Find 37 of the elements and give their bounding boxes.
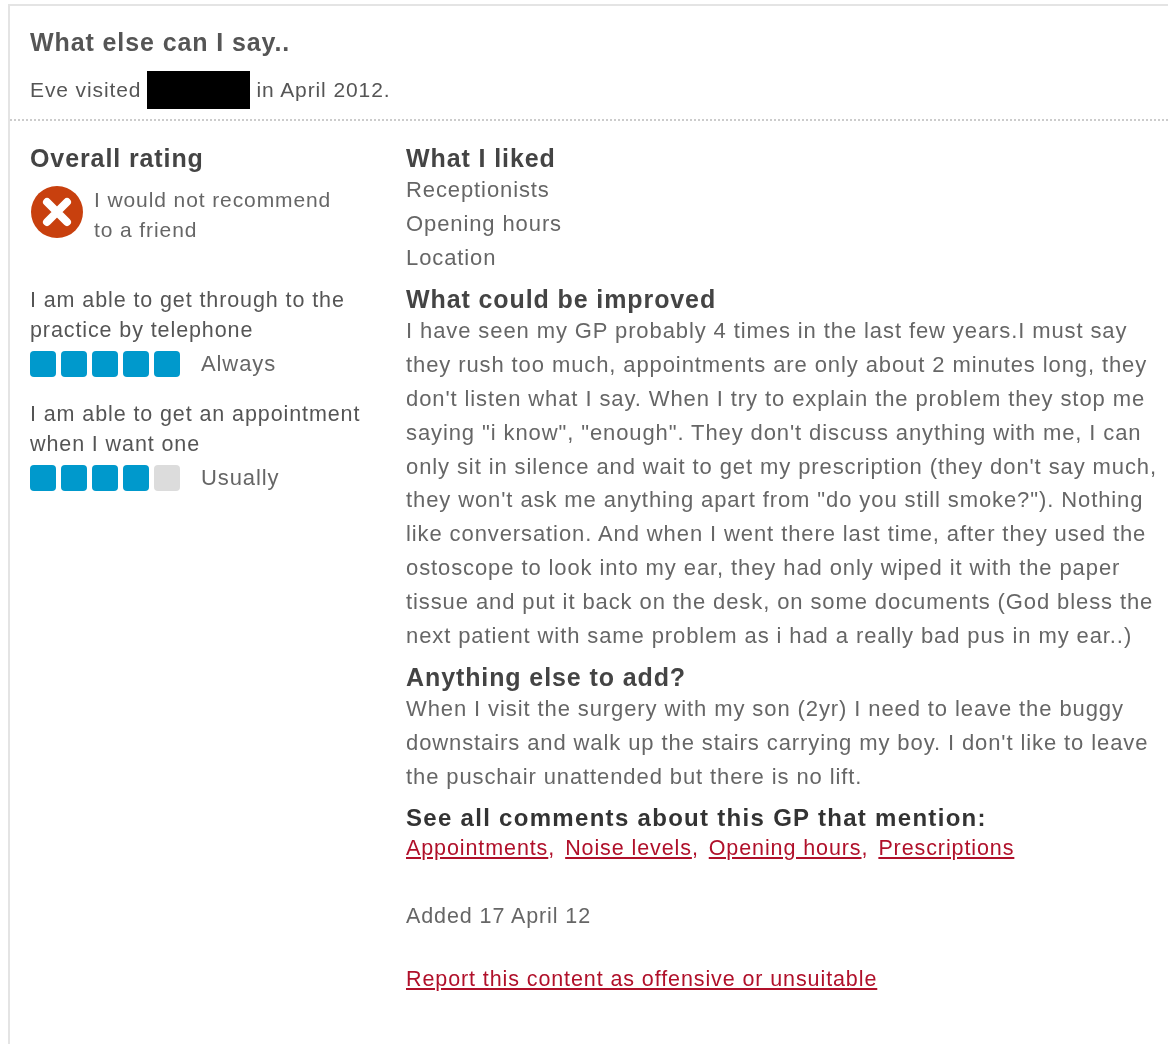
rating-question: I am able to get through to the practice by telephone (30, 287, 346, 344)
rating-square (154, 465, 180, 491)
rating-square (61, 465, 87, 491)
report-link[interactable]: Report this content as offensive or unsuitable (406, 966, 878, 992)
comment-text: When I visit the surgery with my son (2yr) I need to leave the buggy downstairs and walk up the stairs carrying my boy. I don't like to leave the puschair unattended but there is no lift. (406, 695, 1150, 791)
link-separator: , (548, 834, 556, 862)
rating-square (154, 351, 180, 377)
section-heading: What could be improved (406, 284, 718, 315)
link-separator: , (861, 834, 869, 862)
rating-square (61, 351, 87, 377)
rating-square (123, 351, 149, 377)
rating-square (92, 351, 118, 377)
topic-link[interactable]: Noise levels (565, 831, 692, 864)
rating-square (30, 351, 56, 377)
rating-square (92, 465, 118, 491)
section-heading: Overall rating (30, 143, 205, 173)
visit-text: Eve visited (30, 78, 142, 102)
rating-square (30, 465, 56, 491)
liked-item: Receptionists (406, 176, 551, 204)
liked-item: Location (406, 243, 498, 272)
section-heading: Anything else to add? (406, 662, 688, 693)
added-date: Added 17 April 12 (406, 903, 593, 929)
rating-answer: Usually (201, 465, 280, 491)
rating-answer: Always (201, 351, 277, 377)
mentions-heading: See all comments about this GP that mention: (406, 803, 988, 832)
topic-link[interactable]: Appointments (406, 831, 549, 864)
rating-square (123, 465, 149, 491)
recommendation-text: I would not recommend to a friend (94, 187, 333, 243)
visit-date: in April 2012. (256, 78, 391, 102)
topic-link[interactable]: Opening hours (708, 831, 862, 864)
liked-item: Opening hours (406, 209, 564, 238)
topic-link[interactable]: Prescriptions (878, 831, 1015, 864)
comment-text: I have seen my GP probably 4 times in the last few years.I must say they rush too much, appointments are only about 2 minutes long, they don't listen what I say. When I try to explain the problem they stop me saying "i know", "enough". They don't discuss anything with me, I can only sit in silence and wait to get my prescription (they don't say much, they won't ask me anything apart from "do you still smoke?"). Nothing like conversation. And when I went there last time, after they used the ostoscope to look into my ear, they had only wiped it with the paper tissue and put it back on the desk, on some documents (God bless the next patient with same problem as i had a really bad pus in my ear..) (406, 317, 1158, 650)
section-heading: What I liked (406, 143, 557, 173)
review-title: What else can I say.. (30, 28, 292, 57)
link-separator: , (691, 834, 699, 862)
rating-question: I am able to get an appointment when I want one (30, 401, 362, 458)
